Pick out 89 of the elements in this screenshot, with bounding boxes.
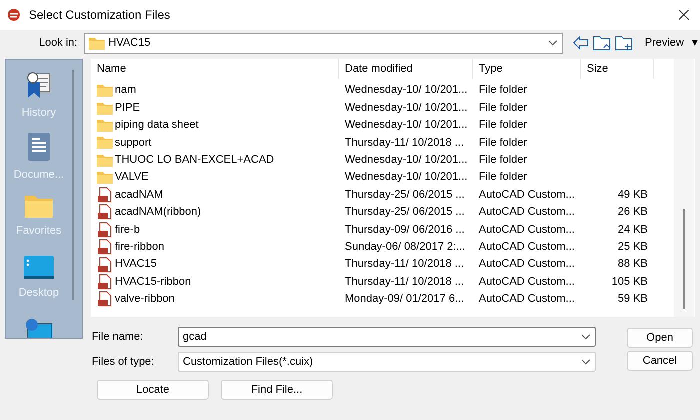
file-name-field[interactable]: gcad	[178, 327, 596, 347]
dropdown-chevron-icon[interactable]	[581, 359, 591, 365]
date-cell: Monday-09/ 01/2017 6...	[345, 293, 464, 306]
file-name[interactable]: fire-b	[115, 222, 140, 238]
cuix-file-icon	[97, 239, 113, 256]
type-cell: AutoCAD Custom...	[479, 240, 575, 253]
look-in-label: Look in:	[38, 36, 79, 51]
date-cell: Sunday-06/ 08/2017 2:...	[345, 240, 466, 253]
cuix-file-icon	[97, 291, 113, 308]
date-cell: Wednesday-10/ 10/201...	[345, 119, 468, 132]
date-cell: Thursday-11/ 10/2018 ...	[345, 136, 464, 149]
folder-icon	[97, 118, 113, 132]
preview-button[interactable]: Preview ▼	[644, 34, 700, 52]
date-cell: Wednesday-10/ 10/201...	[345, 171, 468, 184]
file-name[interactable]: HVAC15	[115, 256, 157, 273]
date-cell: Wednesday-10/ 10/201...	[345, 154, 468, 166]
locate-button[interactable]: Locate	[97, 380, 209, 400]
file-name[interactable]: piping data sheet	[115, 117, 199, 134]
folder-icon	[97, 136, 113, 150]
open-button[interactable]: Open	[627, 328, 693, 348]
app-logo-icon	[7, 8, 21, 22]
cuix-file-icon	[97, 187, 113, 204]
date-cell: Thursday-25/ 06/2015 ...	[345, 206, 465, 218]
size-cell-text: 26 KB	[618, 205, 648, 220]
date-cell: Thursday-25/ 06/2015 ...	[345, 188, 465, 201]
cuix-file-icon	[97, 274, 113, 290]
size-cell-text: 49 KB	[618, 188, 648, 203]
date-cell: Thursday-09/ 06/2016 ...	[345, 224, 465, 236]
cuix-file-icon	[97, 222, 113, 238]
type-cell: AutoCAD Custom...	[479, 258, 575, 270]
file-name[interactable]: acadNAM(ribbon)	[115, 204, 202, 221]
cuix-file-icon	[97, 204, 113, 220]
file-name[interactable]: THUOC LO BAN-EXCEL+ACAD	[115, 152, 274, 168]
column-header[interactable]: Type	[473, 59, 581, 79]
cancel-button[interactable]: Cancel	[627, 351, 693, 371]
new-folder-icon[interactable]	[615, 35, 633, 51]
type-cell: File folder	[479, 154, 528, 166]
date-cell: Thursday-11/ 10/2018 ...	[345, 258, 464, 270]
column-header[interactable]: Name	[91, 59, 339, 79]
file-name[interactable]: HVAC15-ribbon	[115, 274, 192, 290]
type-cell: AutoCAD Custom...	[479, 188, 575, 201]
date-cell: Wednesday-10/ 10/201...	[345, 84, 468, 96]
folder-icon	[97, 171, 113, 184]
date-cell: Wednesday-10/ 10/201...	[345, 102, 468, 114]
folder-up-icon[interactable]	[593, 35, 612, 51]
column-header[interactable]: Date modified	[339, 59, 473, 79]
find-file-button[interactable]: Find File...	[221, 380, 333, 400]
document-icon	[26, 132, 52, 162]
file-type-label: Files of type:	[92, 354, 156, 370]
file-name[interactable]: VALVE	[115, 169, 149, 186]
file-name[interactable]: acadNAM	[115, 186, 164, 204]
desktop-icon	[24, 256, 54, 280]
type-cell: File folder	[479, 171, 528, 184]
folder-icon	[97, 84, 113, 98]
folder-icon	[97, 154, 113, 167]
type-cell: AutoCAD Custom...	[479, 276, 575, 288]
file-name[interactable]: nam	[115, 82, 136, 99]
type-cell: File folder	[479, 136, 528, 149]
size-cell-text: 105 KB	[612, 274, 648, 290]
type-cell: File folder	[479, 84, 528, 96]
file-name[interactable]: valve-ribbon	[115, 291, 175, 308]
date-cell: Thursday-11/ 10/2018 ...	[345, 276, 464, 288]
close-icon[interactable]	[679, 10, 689, 20]
file-name[interactable]: support	[115, 134, 152, 152]
folder-icon	[88, 36, 105, 50]
file-name[interactable]: fire-ribbon	[115, 238, 165, 256]
file-name-label: File name:	[92, 330, 144, 345]
folder-icon	[25, 194, 53, 218]
file-type-dropdown[interactable]: Customization Files(*.cuix)	[178, 352, 596, 372]
file-name[interactable]: PIPE	[115, 100, 140, 116]
back-arrow-icon[interactable]	[573, 36, 590, 50]
network-computer-icon	[24, 318, 54, 338]
type-cell: File folder	[479, 102, 528, 114]
look-in-dropdown[interactable]: HVAC15	[84, 32, 564, 54]
dropdown-chevron-icon[interactable]	[548, 40, 558, 46]
size-cell-text: 88 KB	[618, 257, 648, 272]
dropdown-chevron-icon[interactable]	[581, 334, 591, 340]
type-cell: AutoCAD Custom...	[479, 293, 575, 306]
size-cell-text: 24 KB	[618, 222, 648, 238]
size-cell-text: 59 KB	[618, 292, 648, 308]
type-cell: AutoCAD Custom...	[479, 206, 575, 218]
scrollbar[interactable]	[674, 59, 694, 317]
type-cell: File folder	[479, 119, 528, 132]
type-cell: AutoCAD Custom...	[479, 224, 575, 236]
cuix-file-icon	[97, 256, 113, 273]
folder-icon	[97, 102, 113, 115]
size-cell-text: 25 KB	[618, 240, 648, 255]
column-header[interactable]: Size	[581, 59, 654, 79]
window-title: Select Customization Files	[29, 7, 170, 24]
